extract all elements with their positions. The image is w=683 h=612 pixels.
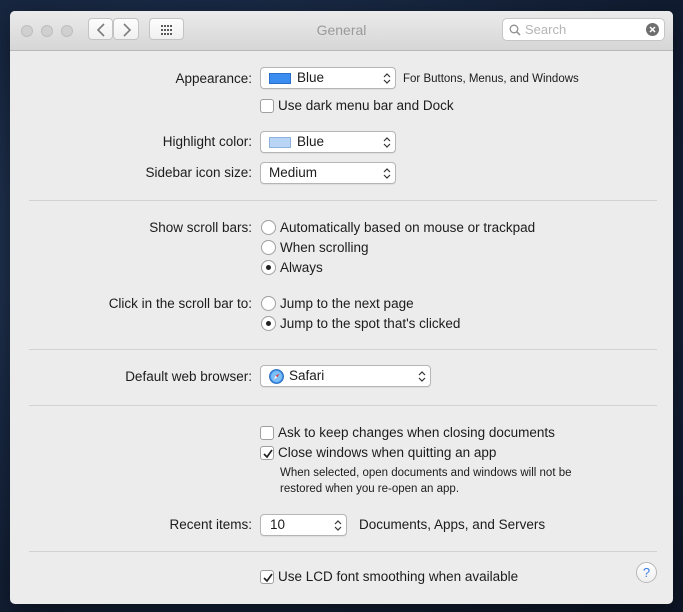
appearance-label: Appearance: (175, 71, 252, 86)
ask-keep-changes-checkbox[interactable] (260, 426, 274, 440)
separator (29, 200, 657, 201)
scroll-bars-automatic-radio[interactable] (261, 220, 276, 235)
sidebar-icon-size-popup[interactable]: Medium (260, 162, 396, 184)
close-windows-label: Close windows when quitting an app (278, 445, 497, 460)
checkmark-icon (263, 573, 273, 583)
sidebar-icon-size-label: Sidebar icon size: (145, 165, 252, 180)
search-field[interactable] (502, 18, 665, 41)
checkmark-icon (263, 449, 273, 459)
highlight-value: Blue (297, 134, 325, 149)
separator (29, 551, 657, 552)
sidebar-icon-size-value: Medium (269, 165, 318, 180)
title-bar: General (10, 11, 673, 51)
scroll-bars-label: Show scroll bars: (149, 220, 252, 235)
chevron-up-down-icon (383, 73, 391, 84)
browser-value: Safari (289, 368, 325, 383)
scroll-bars-option-label: When scrolling (280, 240, 369, 255)
chevron-up-down-icon (383, 168, 391, 179)
safari-icon (269, 369, 284, 384)
search-icon (509, 24, 521, 36)
default-browser-popup[interactable]: Safari (260, 365, 431, 387)
radio-selected-dot (266, 265, 271, 270)
dark-menu-label: Use dark menu bar and Dock (278, 98, 454, 113)
recent-items-value: 10 (270, 517, 286, 532)
separator (29, 405, 657, 406)
dark-menu-checkbox[interactable] (260, 99, 274, 113)
recent-items-label: Recent items: (169, 517, 252, 532)
preferences-window: General Appearance: Blue For Buttons, Me… (10, 11, 673, 604)
lcd-smoothing-checkbox[interactable] (260, 570, 274, 584)
radio-selected-dot (266, 321, 271, 326)
appearance-popup[interactable]: Blue (260, 67, 396, 89)
click-scroll-label: Click in the scroll bar to: (108, 296, 252, 311)
jump-to-spot-radio[interactable] (261, 316, 276, 331)
close-windows-checkbox[interactable] (260, 446, 274, 460)
scroll-bars-when-scrolling-radio[interactable] (261, 240, 276, 255)
close-windows-note-line-2: restored when you re-open an app. (280, 483, 460, 495)
click-scroll-option-label: Jump to the next page (280, 296, 414, 311)
separator (29, 349, 657, 350)
chevron-up-down-icon (383, 137, 391, 148)
highlight-swatch (269, 137, 291, 148)
scroll-bars-always-radio[interactable] (261, 260, 276, 275)
jump-next-page-radio[interactable] (261, 296, 276, 311)
browser-label: Default web browser: (125, 369, 252, 384)
close-windows-note-line-1: When selected, open documents and window… (280, 467, 572, 479)
appearance-value: Blue (297, 70, 325, 85)
clear-search-button[interactable] (646, 23, 659, 36)
chevron-up-down-icon (418, 371, 426, 382)
chevron-up-down-icon (334, 520, 342, 531)
recent-items-popup[interactable]: 10 (260, 514, 347, 536)
appearance-swatch (269, 73, 291, 84)
ask-keep-changes-label: Ask to keep changes when closing documen… (278, 425, 555, 440)
scroll-bars-option-label: Automatically based on mouse or trackpad (280, 220, 536, 235)
close-icon (649, 26, 656, 33)
help-button[interactable]: ? (636, 562, 657, 583)
highlight-color-popup[interactable]: Blue (260, 131, 396, 153)
recent-items-note: Documents, Apps, and Servers (359, 517, 546, 532)
click-scroll-option-label: Jump to the spot that's clicked (280, 316, 461, 331)
highlight-label: Highlight color: (162, 134, 252, 149)
search-input[interactable] (525, 21, 635, 38)
appearance-note: For Buttons, Menus, and Windows (403, 73, 579, 85)
scroll-bars-option-label: Always (280, 260, 323, 275)
lcd-smoothing-label: Use LCD font smoothing when available (278, 569, 519, 584)
